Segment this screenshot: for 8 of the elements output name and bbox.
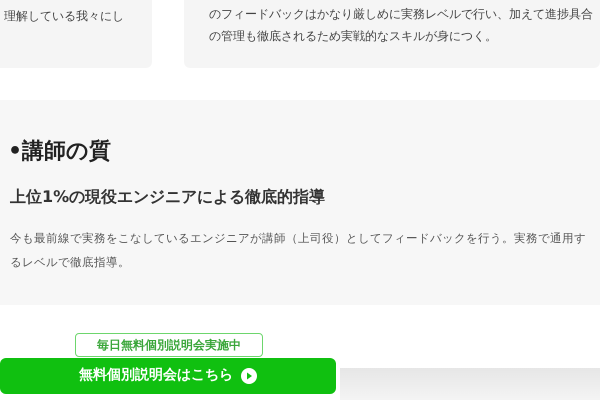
promo-badge: 毎日無料個別説明会実施中 xyxy=(75,333,263,357)
section-heading: •講師の質 xyxy=(8,138,112,166)
section-subheading: 上位1%の現役エンジニアによる徹底的指導 xyxy=(10,186,326,208)
play-icon xyxy=(241,368,257,384)
section-body: 今も最前線で実務をこなしているエンジニアが講師（上司役）としてフィードバックを行う。実務で通用す るレベルで徹底指導。 xyxy=(10,230,587,271)
card-text: のフィードバックはかなり厳しめに実務レベルで行い、加えて進捗具合 の管理も徹底されるため実戦的なスキルが身につく。 xyxy=(209,6,594,45)
consultation-button[interactable]: 無料個別説明会はこちら xyxy=(0,358,336,394)
card-text: 理解している我々にし xyxy=(4,8,124,25)
